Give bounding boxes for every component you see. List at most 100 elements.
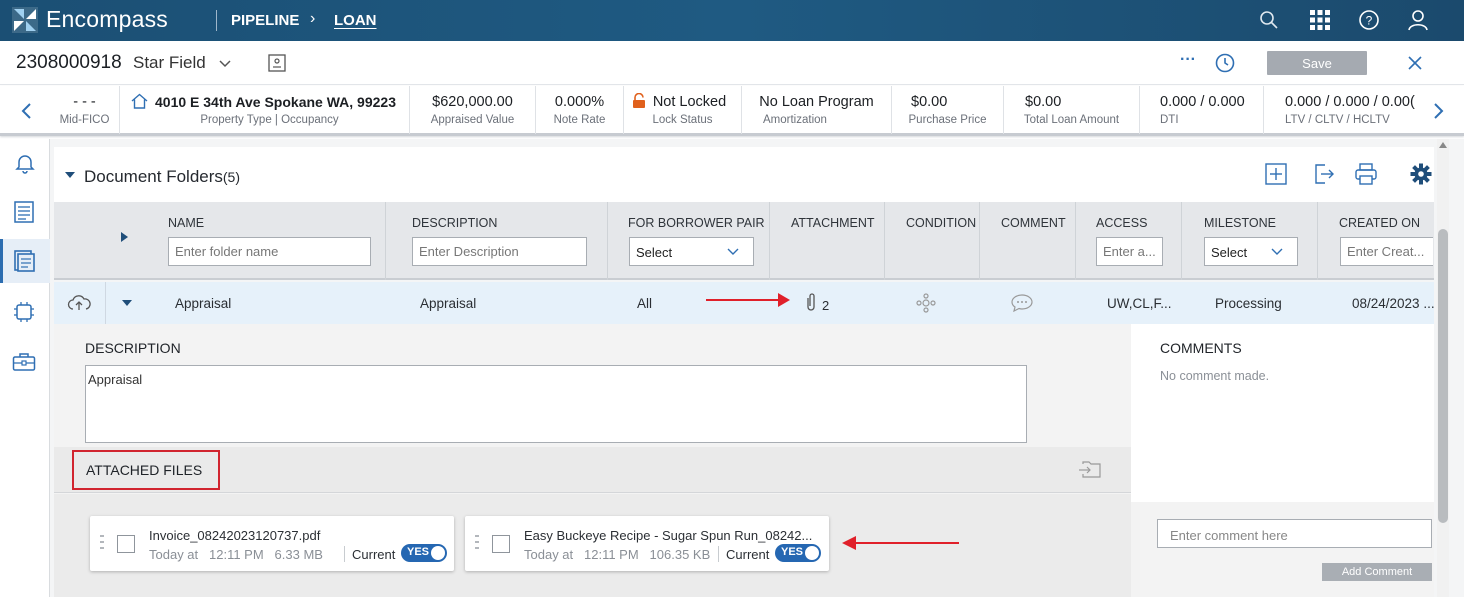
summary-value: 0.000% [554,94,605,110]
summary-label: Mid-FICO [59,114,110,126]
col-name[interactable]: NAME [168,216,204,230]
col-description[interactable]: DESCRIPTION [412,216,497,230]
folders-title: Document Folders(5) [84,167,240,187]
breadcrumb-pipeline[interactable]: PIPELINE [231,12,299,29]
summary-appraised-value: $620,000.00 Appraised Value [410,86,536,134]
summary-value: 0.000 / 0.000 [1160,94,1245,110]
history-clock-icon[interactable] [1214,52,1236,74]
breadcrumb-loan[interactable]: LOAN [334,12,377,29]
row-name: Appraisal [175,296,232,311]
comment-input[interactable]: Enter comment here [1157,519,1432,548]
col-comment[interactable]: COMMENT [1001,216,1066,230]
table-row[interactable]: Appraisal Appraisal All 2 UW,CL,F... Pro… [54,282,1435,324]
encompass-logo-icon [12,7,38,33]
expand-all-caret-icon[interactable] [121,232,128,242]
description-textarea[interactable]: Appraisal [85,365,1027,443]
print-icon[interactable] [1354,163,1378,185]
file-card[interactable]: Easy Buckeye Recipe - Sugar Spun Run_082… [465,516,829,571]
comment-bubble-icon[interactable] [1011,293,1033,313]
col-created-on[interactable]: CREATED ON [1339,216,1420,230]
row-expand-caret-icon[interactable] [122,300,132,307]
paperclip-icon[interactable] [804,291,818,313]
vertical-scrollbar[interactable] [1437,139,1449,597]
summary-total-loan: $0.00 Total Loan Amount [1004,86,1140,134]
bell-icon [15,155,35,174]
col-attachment[interactable]: ATTACHMENT [791,216,875,230]
created-on-filter-input[interactable]: Enter Creat... [1340,237,1433,266]
toggle-knob [431,546,445,560]
save-button[interactable]: Save [1267,51,1367,75]
efolder-main: Document Folders(5) NAME DESCRIPTION FOR… [50,139,1464,597]
conditions-icon[interactable] [916,293,936,313]
annotation-arrow [706,299,782,301]
toggle-knob [805,546,819,560]
rail-services[interactable] [0,291,50,335]
add-folder-icon[interactable] [1265,163,1287,185]
summary-value: $0.00 [1025,94,1062,110]
settings-gear-icon[interactable] [1410,163,1432,185]
col-milestone[interactable]: MILESTONE [1204,216,1276,230]
column-divider [607,202,608,280]
description-filter-input[interactable]: Enter Description [412,237,587,266]
name-filter-input[interactable]: Enter folder name [168,237,371,266]
toggle-state: YES [781,546,804,558]
collapse-caret-icon[interactable] [65,172,75,179]
file-checkbox[interactable] [117,535,135,553]
summary-amortization: No Loan Program Amortization [742,86,892,134]
row-created-on: 08/24/2023 ... [1352,296,1435,311]
user-icon[interactable] [1407,9,1429,31]
rail-tools[interactable] [0,340,50,384]
milestone-select-value: Select [1211,245,1248,260]
drag-handle-icon[interactable] [475,535,479,549]
scrollbar-thumb[interactable] [1438,229,1448,523]
chevron-down-icon[interactable] [218,59,232,68]
chevron-left-icon[interactable] [20,101,34,121]
close-icon[interactable] [1407,55,1423,71]
borrower-selector[interactable]: Star Field [133,53,206,73]
move-files-icon[interactable] [1078,460,1102,480]
file-name[interactable]: Easy Buckeye Recipe - Sugar Spun Run_082… [524,528,812,543]
home-icon [131,93,148,109]
list-form-icon [14,201,34,223]
search-icon[interactable] [1258,9,1280,31]
scroll-up-arrow-icon[interactable] [1439,142,1447,148]
col-access[interactable]: ACCESS [1096,216,1147,230]
rail-notifications[interactable] [0,141,50,185]
access-filter-input[interactable]: Enter a... [1096,237,1163,266]
more-options-button[interactable]: ··· [1180,51,1196,69]
help-icon[interactable]: ? [1358,9,1380,31]
rail-efolder[interactable] [0,239,50,283]
col-borrower-pair[interactable]: FOR BORROWER PAIR [628,216,765,230]
description-label: DESCRIPTION [85,340,181,356]
chevron-right-icon[interactable] [1431,101,1445,121]
drag-handle-icon[interactable] [100,535,104,549]
folders-count: (5) [222,169,241,185]
milestone-select[interactable]: Select [1204,237,1298,266]
add-comment-button[interactable]: Add Comment [1322,563,1432,581]
summary-value: 4010 E 34th Ave Spokane WA, 99223 [155,94,396,110]
column-divider [1317,202,1318,280]
summary-value: - - - [73,94,96,110]
apps-grid-icon[interactable] [1309,9,1331,31]
rail-forms[interactable] [0,190,50,234]
file-date: Today at [524,547,574,562]
cloud-upload-icon[interactable] [67,295,91,311]
file-checkbox[interactable] [492,535,510,553]
col-condition[interactable]: CONDITION [906,216,976,230]
file-date: Today at [149,547,199,562]
contact-card-icon[interactable] [267,53,287,73]
export-icon[interactable] [1313,163,1335,185]
row-description: Appraisal [420,296,477,311]
file-card[interactable]: Invoice_08242023120737.pdf Today at 12:1… [90,516,454,571]
current-toggle[interactable]: YES [401,544,447,562]
current-label: Current [726,547,770,562]
file-name[interactable]: Invoice_08242023120737.pdf [149,528,320,543]
column-divider [1181,202,1182,280]
attachment-count[interactable]: 2 [822,298,829,313]
card-divider [718,546,719,562]
current-toggle[interactable]: YES [775,544,821,562]
comments-panel: COMMENTS No comment made. Enter comment … [1131,324,1434,597]
document-folders-header: Document Folders(5) [54,147,1434,202]
comment-composer: Enter comment here Add Comment [1131,502,1434,597]
borrower-pair-select[interactable]: Select [629,237,754,266]
